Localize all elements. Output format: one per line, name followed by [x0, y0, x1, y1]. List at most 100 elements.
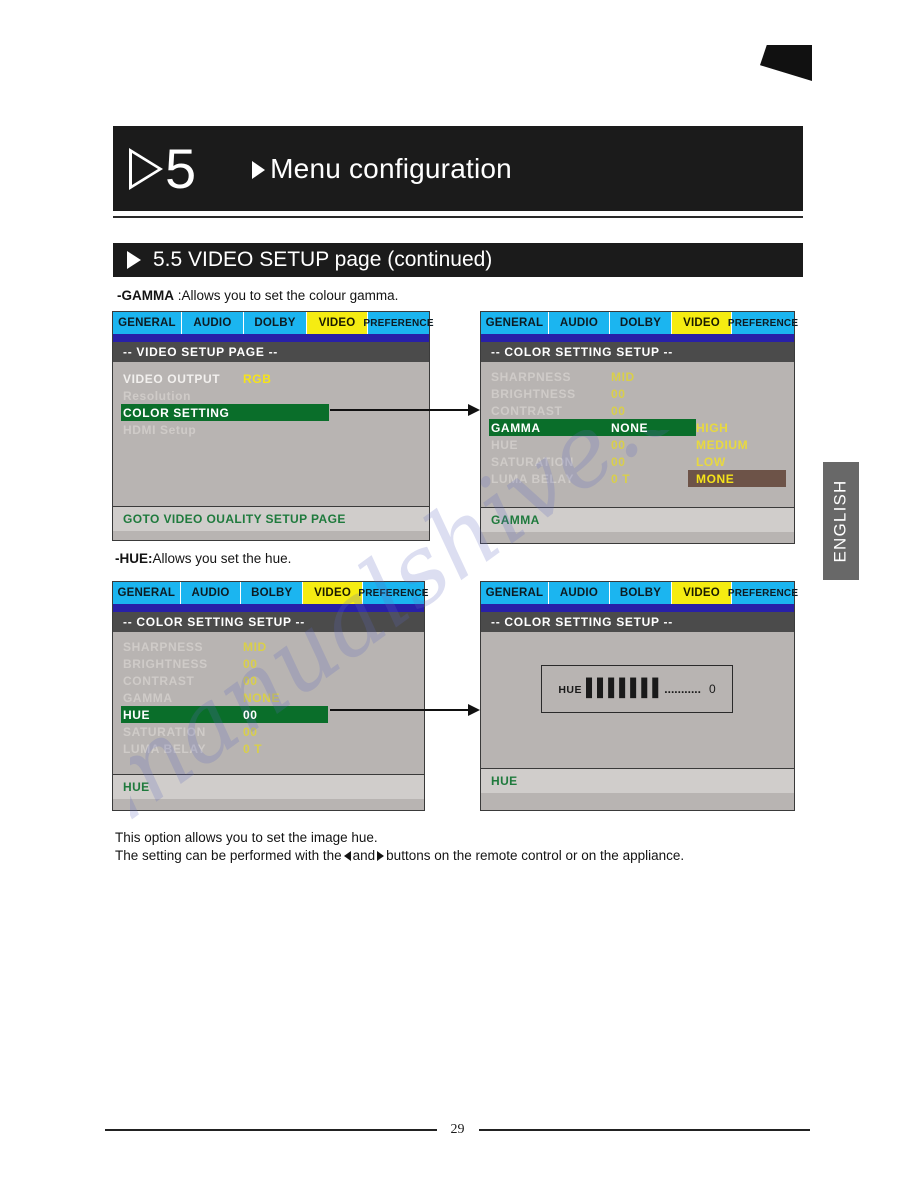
osd-row-value: NONE	[243, 690, 281, 705]
osd-tab-preference[interactable]: PREFERENCE	[358, 582, 428, 604]
osd-body: VIDEO OUTPUT RGB Resolution COLOR SETTING HD…	[113, 362, 429, 506]
caption-gamma-bold: -GAMMA	[117, 288, 174, 303]
hue-slider-value: 0	[708, 682, 716, 696]
chapter-banner: 5 Menu configuration	[113, 126, 803, 211]
divider-rule	[113, 216, 803, 218]
language-tab-label: ENGLISH	[831, 479, 851, 563]
osd-row-value: 00	[611, 437, 626, 452]
osd-row-label: Resolution	[123, 388, 191, 403]
body-paragraph: This option allows you to set the image …	[115, 829, 815, 865]
caption-gamma: -GAMMA :Allows you to set the colour gam…	[117, 288, 398, 303]
osd-row-contrast[interactable]: CONTRAST 00	[481, 402, 794, 419]
osd-option-high[interactable]: HIGH	[688, 419, 786, 436]
osd-option-mone[interactable]: MONE	[688, 470, 786, 487]
osd-accent-bar	[113, 334, 429, 342]
osd-row-brightness[interactable]: BRIGHTNESS 00	[113, 655, 424, 672]
osd-option-low[interactable]: LOW	[688, 453, 786, 470]
hue-slider-bars: ▌▌▌▌▌▌▌	[585, 678, 664, 697]
chapter-number: 5	[165, 136, 197, 200]
osd-accent-bar	[481, 334, 794, 342]
osd-footer: HUE	[113, 774, 424, 799]
osd-row-label: CONTRAST	[123, 673, 195, 688]
osd-heading: -- COLOR SETTING SETUP --	[481, 342, 794, 362]
osd-row-value: RGB	[243, 371, 272, 386]
chapter-title: Menu configuration	[270, 152, 512, 184]
osd-row-value: 00	[243, 656, 258, 671]
osd-row-value: 0 T	[611, 471, 631, 486]
osd-row-brightness[interactable]: BRIGHTNESS 00	[481, 385, 794, 402]
osd-tab-video[interactable]: VIDEO	[671, 582, 733, 604]
osd-row-luma-belay[interactable]: LUMA BELAY 0 T	[113, 740, 424, 757]
osd-heading: -- COLOR SETTING SETUP --	[481, 612, 794, 632]
osd-tab-dolby[interactable]: DOLBY	[243, 312, 307, 334]
hue-slider-dots: ...........	[664, 682, 701, 696]
osd-tab-audio[interactable]: AUDIO	[180, 582, 242, 604]
osd-row-video-output[interactable]: VIDEO OUTPUT RGB	[113, 370, 429, 387]
osd-tab-audio[interactable]: AUDIO	[548, 582, 610, 604]
corner-mark-icon	[760, 45, 812, 81]
caption-hue: -HUE:Allows you set the hue.	[115, 551, 291, 566]
osd-row-contrast[interactable]: CONTRAST 00	[113, 672, 424, 689]
osd-tab-preference[interactable]: PREFERENCE	[728, 582, 798, 604]
osd-body: SHARPNESS MID BRIGHTNESS 00 CONTRAST 00 GAMMA N…	[481, 362, 794, 507]
osd-heading: -- COLOR SETTING SETUP --	[113, 612, 424, 632]
osd-tab-preference[interactable]: PREFERENCE	[363, 312, 434, 334]
osd-row-value: 0 T	[243, 741, 263, 756]
osd-body: SHARPNESS MID BRIGHTNESS 00 CONTRAST 00 GAMMA N…	[113, 632, 424, 774]
right-arrow-icon	[377, 851, 385, 862]
osd-tab-general[interactable]: GENERAL	[113, 582, 181, 604]
osd-footer: GAMMA	[481, 507, 794, 532]
osd-row-color-setting[interactable]: COLOR SETTING	[113, 404, 429, 421]
arrow-connector-bottom	[330, 704, 480, 716]
osd-tab-bolby[interactable]: BOLBY	[609, 582, 672, 604]
osd-footer: HUE	[481, 768, 794, 793]
osd-body: HUE ▌▌▌▌▌▌▌ ........... 0	[481, 632, 794, 768]
osd-panel-color-setting-hue: GENERAL AUDIO BOLBY VIDEO PREFERENCE -- COLO…	[112, 581, 428, 811]
osd-option-column: HIGH MEDIUM LOW MONE	[688, 419, 786, 487]
manual-page: 5 Menu configuration 5.5 VIDEO SETUP pag…	[0, 0, 918, 1188]
osd-row-gamma[interactable]: GAMMA NONE	[113, 689, 424, 706]
osd-row-value: 00	[243, 673, 258, 688]
osd-tab-bar: GENERAL AUDIO BOLBY VIDEO PREFERENCE	[481, 582, 798, 604]
osd-tab-bolby[interactable]: BOLBY	[241, 582, 304, 604]
osd-row-value: NONE	[611, 420, 649, 435]
osd-row-sharpness[interactable]: SHARPNESS MID	[113, 638, 424, 655]
osd-row-value: MID	[611, 369, 635, 384]
osd-tab-dolby[interactable]: DOLBY	[609, 312, 672, 334]
osd-tab-video[interactable]: VIDEO	[303, 582, 363, 604]
triangle-outline-icon	[129, 147, 163, 190]
footer-rule-left	[105, 1129, 437, 1131]
osd-tab-general[interactable]: GENERAL	[113, 312, 182, 334]
osd-row-label: SHARPNESS	[123, 639, 204, 654]
caption-hue-bold: -HUE:	[115, 551, 153, 566]
osd-panel-hue-slider: GENERAL AUDIO BOLBY VIDEO PREFERENCE -- COLO…	[480, 581, 798, 811]
osd-row-label: COLOR SETTING	[123, 405, 230, 420]
caption-gamma-rest: :Allows you to set the colour gamma.	[174, 288, 399, 303]
osd-row-sharpness[interactable]: SHARPNESS MID	[481, 368, 794, 385]
body-line-2a: The setting can be performed with the	[115, 848, 342, 863]
body-line-2b: and	[352, 848, 376, 863]
language-tab: ENGLISH	[823, 462, 859, 580]
osd-tab-general[interactable]: GENERAL	[481, 582, 549, 604]
osd-row-label: CONTRAST	[491, 403, 563, 418]
chapter-title-group: Menu configuration	[252, 153, 512, 185]
osd-row-label: SATURATION	[123, 724, 206, 739]
osd-tab-audio[interactable]: AUDIO	[181, 312, 244, 334]
osd-option-medium[interactable]: MEDIUM	[688, 436, 786, 453]
osd-row-label: SHARPNESS	[491, 369, 572, 384]
osd-tab-general[interactable]: GENERAL	[481, 312, 549, 334]
section-banner: 5.5 VIDEO SETUP page (continued)	[113, 243, 803, 277]
hue-slider-label: HUE	[558, 684, 582, 696]
osd-tab-video[interactable]: VIDEO	[671, 312, 733, 334]
section-title: 5.5 VIDEO SETUP page (continued)	[153, 248, 493, 271]
triangle-solid-icon	[127, 251, 141, 269]
osd-tab-bar: GENERAL AUDIO DOLBY VIDEO PREFERENCE	[113, 312, 434, 334]
osd-row-hdmi-setup[interactable]: HDMI Setup	[113, 421, 429, 438]
osd-tab-audio[interactable]: AUDIO	[548, 312, 610, 334]
osd-tab-preference[interactable]: PREFERENCE	[728, 312, 798, 334]
page-footer: 29	[105, 1122, 810, 1138]
osd-tab-video[interactable]: VIDEO	[306, 312, 369, 334]
hue-slider-popup[interactable]: HUE ▌▌▌▌▌▌▌ ........... 0	[541, 665, 733, 713]
osd-row-saturation[interactable]: SATURATION 00	[113, 723, 424, 740]
osd-row-resolution[interactable]: Resolution	[113, 387, 429, 404]
